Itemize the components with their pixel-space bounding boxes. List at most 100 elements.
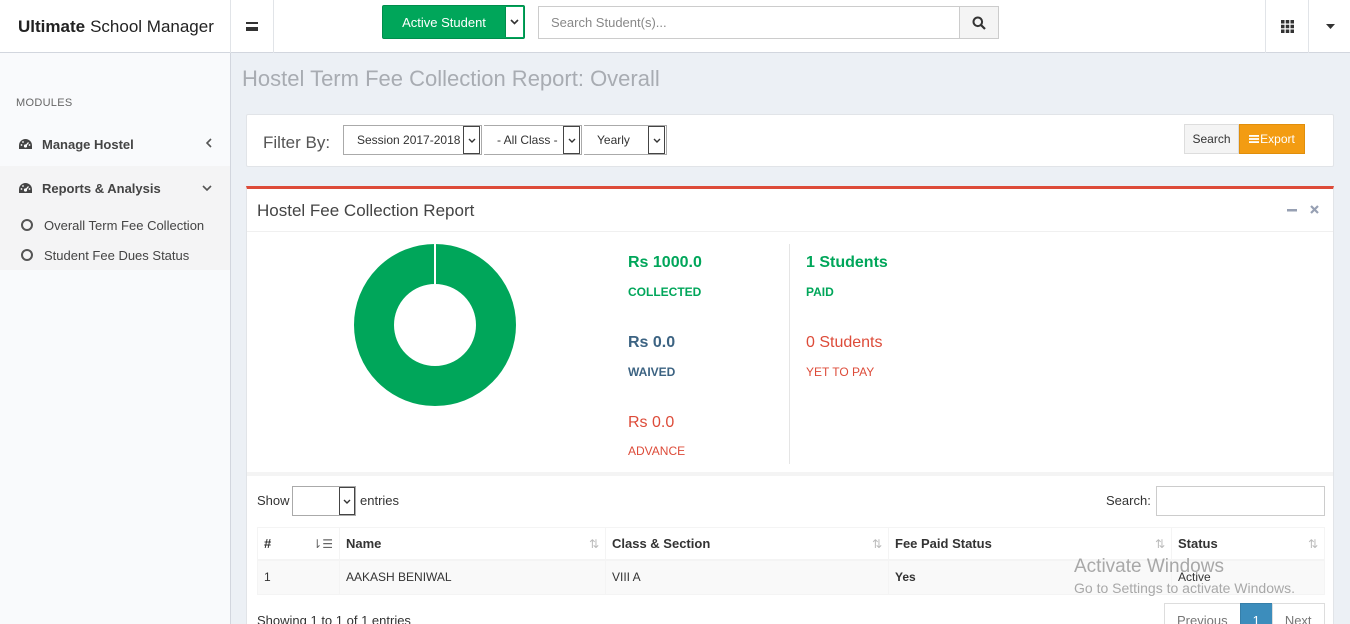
reports-submenu: Overall Term Fee Collection Student Fee …	[0, 210, 230, 270]
sidebar-subitem-label: Overall Term Fee Collection	[44, 217, 205, 233]
chevron-down-icon[interactable]	[505, 7, 523, 37]
dashboard-icon	[18, 138, 34, 151]
filter-panel: Filter By: Session 2017-2018 - All Class…	[246, 114, 1334, 167]
column-header-number[interactable]: # ⇂☰	[257, 527, 340, 561]
filter-label: Filter By:	[263, 133, 331, 152]
top-navbar: Ultimate School Manager Active Student	[0, 0, 1350, 53]
chevron-down-icon	[202, 182, 212, 194]
cell-fee-paid: Yes	[888, 559, 1172, 595]
minimize-icon[interactable]	[1287, 199, 1297, 217]
collected-label: COLLECTED	[628, 285, 702, 299]
pagination-next[interactable]: Next	[1271, 603, 1325, 624]
waived-value: Rs 0.0	[628, 334, 676, 351]
app-brand[interactable]: Ultimate School Manager	[0, 0, 231, 53]
class-select[interactable]: - All Class -	[484, 125, 582, 155]
dashboard-icon	[18, 182, 34, 195]
sort-icon: ⇅	[1307, 537, 1318, 551]
advance-label: ADVANCE	[628, 444, 686, 458]
report-header: Hostel Fee Collection Report	[247, 189, 1333, 232]
chevron-down-icon	[339, 487, 355, 515]
search-icon	[972, 16, 986, 30]
fee-donut-chart	[354, 244, 516, 406]
cell-name: AAKASH BENIWAL	[339, 559, 606, 595]
brand-bold: Ultimate	[18, 16, 86, 36]
period-value: Yearly	[597, 133, 630, 147]
waived-label: WAIVED	[628, 365, 676, 379]
entries-label: entries	[360, 493, 400, 508]
brand-name: School Manager	[90, 16, 214, 36]
column-header-class-section[interactable]: Class & Section ⇅	[605, 527, 889, 561]
paid-label: PAID	[806, 285, 834, 299]
filter-search-button[interactable]: Search	[1184, 124, 1239, 154]
students-table: # ⇂☰ Name ⇅ Class & Section ⇅ Fee Paid Stat…	[257, 527, 1325, 595]
circle-icon	[21, 249, 33, 261]
section-separator	[247, 472, 1333, 476]
circle-icon	[21, 219, 33, 231]
period-select[interactable]: Yearly	[584, 125, 667, 155]
user-menu-button[interactable]	[1310, 0, 1350, 53]
session-select[interactable]: Session 2017-2018	[343, 125, 482, 155]
grid-icon	[1280, 20, 1294, 33]
student-search	[538, 6, 999, 39]
table-row: 1 AAKASH BENIWAL VIII A Yes Active	[257, 559, 1325, 595]
pagination-previous[interactable]: Previous	[1164, 603, 1241, 624]
collected-stat: Rs 1000.0 COLLECTED	[628, 254, 702, 299]
export-button[interactable]: Export	[1239, 124, 1305, 154]
caret-down-icon	[1325, 24, 1335, 29]
collected-value: Rs 1000.0	[628, 254, 702, 271]
sidebar-subitem-label: Student Fee Dues Status	[44, 247, 190, 263]
cell-number: 1	[257, 559, 340, 595]
column-header-name[interactable]: Name ⇅	[339, 527, 606, 561]
sort-icon: ⇅	[1154, 537, 1165, 551]
search-button[interactable]	[959, 6, 999, 39]
close-icon[interactable]	[1310, 201, 1319, 217]
student-search-input[interactable]	[538, 6, 959, 39]
sidebar-item-label: Reports & Analysis	[42, 180, 161, 196]
show-label: Show	[257, 493, 290, 508]
sidebar-item-reports-analysis[interactable]: Reports & Analysis	[0, 166, 230, 210]
unpaid-stat: 0 Students YET TO PAY	[806, 334, 883, 379]
sidebar-toggle-button[interactable]	[231, 0, 274, 53]
column-header-status[interactable]: Status ⇅	[1171, 527, 1325, 561]
table-search-label: Search:	[1106, 493, 1151, 508]
sidebar-item-student-fee-dues[interactable]: Student Fee Dues Status	[0, 240, 230, 270]
stats-divider	[789, 244, 790, 464]
apps-grid-button[interactable]	[1265, 0, 1309, 53]
modules-header: MODULES	[16, 97, 73, 109]
paid-stat: 1 Students PAID	[806, 254, 888, 299]
entries-length-select[interactable]	[292, 486, 356, 516]
active-student-dropdown[interactable]: Active Student	[382, 5, 525, 39]
sidebar-item-overall-term-fee[interactable]: Overall Term Fee Collection	[0, 210, 230, 240]
pagination-page-1[interactable]: 1	[1239, 603, 1273, 624]
sidebar-item-label: Manage Hostel	[42, 136, 134, 152]
sidebar: MODULES Manage Hostel Reports & Analysis…	[0, 53, 231, 624]
fee-collection-report-box: Hostel Fee Collection Report Rs 1000.0 C…	[246, 186, 1334, 624]
sidebar-item-manage-hostel[interactable]: Manage Hostel	[0, 122, 230, 166]
active-student-label: Active Student	[402, 14, 486, 30]
pagination: Previous 1 Next	[1164, 603, 1325, 624]
list-icon	[1249, 135, 1260, 143]
advance-value: Rs 0.0	[628, 414, 675, 431]
paid-value: 1 Students	[806, 254, 888, 271]
export-label: Export	[1260, 132, 1295, 146]
chevron-down-icon	[648, 126, 665, 154]
cell-class: VIII A	[605, 559, 889, 595]
page-title: Hostel Term Fee Collection Report: Overa…	[242, 66, 660, 91]
column-header-fee-paid-status[interactable]: Fee Paid Status ⇅	[888, 527, 1172, 561]
chevron-left-icon	[205, 137, 212, 151]
unpaid-value: 0 Students	[806, 334, 883, 351]
unpaid-label: YET TO PAY	[806, 365, 875, 379]
cell-status: Active	[1171, 559, 1325, 595]
table-search-input[interactable]	[1156, 486, 1325, 516]
table-info: Showing 1 to 1 of 1 entries	[257, 613, 411, 624]
sort-asc-icon: ⇂☰	[312, 537, 333, 551]
waived-stat: Rs 0.0 WAIVED	[628, 334, 675, 379]
advance-stat: Rs 0.0 ADVANCE	[628, 414, 685, 458]
chevron-down-icon	[463, 126, 480, 154]
session-value: Session 2017-2018	[357, 133, 461, 147]
table-header-row: # ⇂☰ Name ⇅ Class & Section ⇅ Fee Paid Stat…	[257, 527, 1325, 561]
hamburger-icon	[246, 22, 258, 31]
class-value: - All Class -	[497, 133, 558, 147]
sort-icon: ⇅	[588, 537, 599, 551]
sort-icon: ⇅	[871, 537, 882, 551]
